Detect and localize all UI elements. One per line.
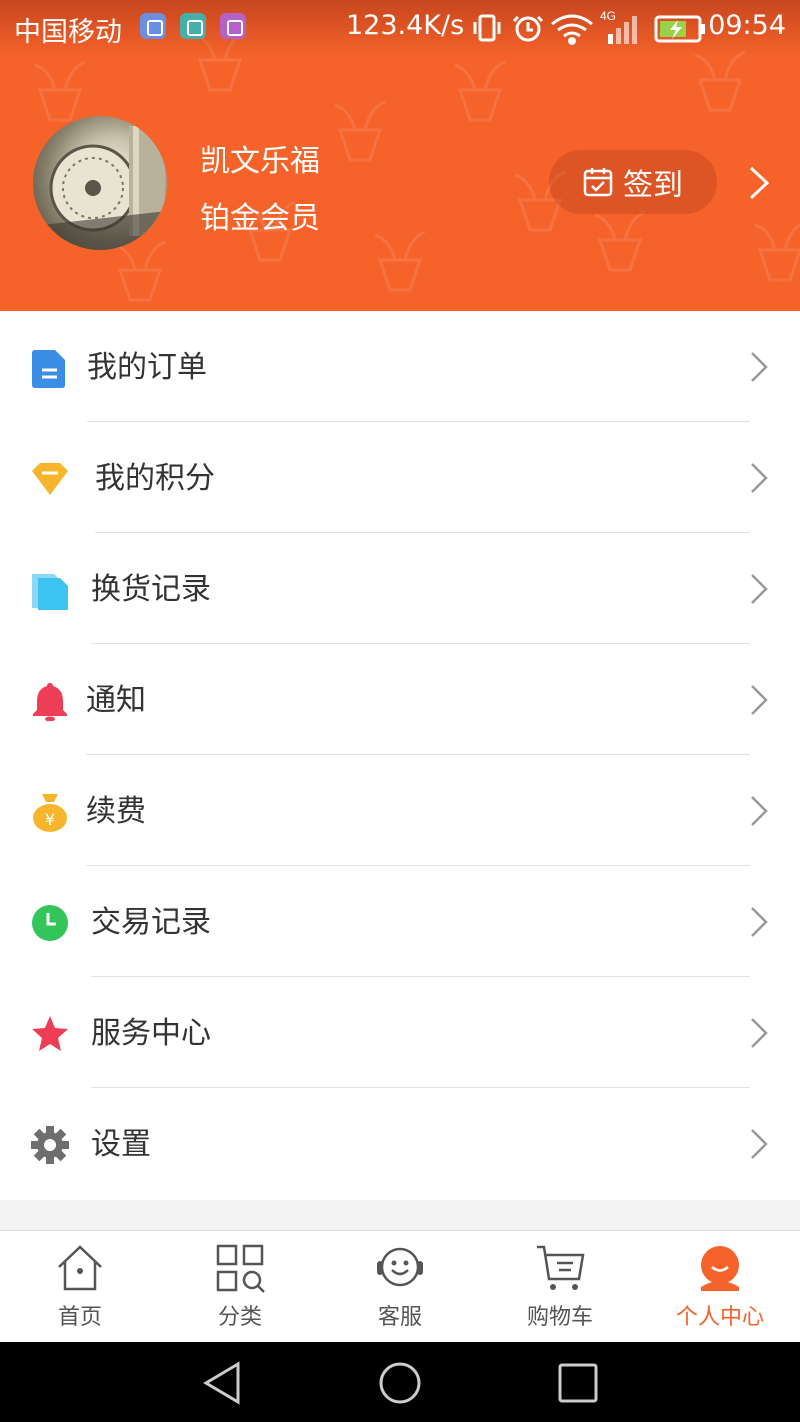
menu-item-service-center[interactable]: 服务中心 — [0, 977, 800, 1088]
cart-icon — [537, 1245, 585, 1290]
chevron-right-icon — [751, 574, 768, 604]
tab-user-center[interactable]: 个人中心 — [640, 1231, 800, 1343]
customer-service-icon — [377, 1247, 423, 1287]
status-bar: 中国移动 123.4K/s 4G 09:54 — [0, 0, 800, 56]
battery-icon — [654, 15, 705, 43]
chevron-right-icon — [751, 796, 768, 826]
category-icon — [216, 1244, 265, 1293]
back-icon[interactable] — [200, 1360, 246, 1406]
network-speed: 123.4K/s — [346, 10, 465, 41]
notification-icons — [140, 13, 246, 39]
profile-chevron-right-icon[interactable] — [748, 166, 770, 200]
avatar-image — [33, 126, 167, 250]
menu-item-notifications[interactable]: 通知 — [0, 644, 800, 755]
tab-category[interactable]: 分类 — [160, 1231, 320, 1343]
star-icon — [32, 1016, 68, 1051]
tab-label: 购物车 — [526, 1305, 593, 1330]
tab-label: 首页 — [57, 1305, 102, 1330]
tab-label: 个人中心 — [675, 1305, 764, 1330]
gallery-app-icon — [220, 13, 246, 39]
menu-item-points[interactable]: 我的积分 — [0, 422, 800, 533]
home-button-icon[interactable] — [377, 1360, 423, 1406]
chevron-right-icon — [751, 685, 768, 715]
tab-label: 分类 — [217, 1305, 262, 1330]
chevron-right-icon — [751, 352, 768, 382]
vibrate-icon — [478, 14, 496, 42]
menu-label: 设置 — [91, 1127, 151, 1162]
svg-text:¥: ¥ — [45, 810, 55, 829]
tab-label: 客服 — [377, 1305, 422, 1330]
carrier-name: 中国移动 — [14, 17, 122, 48]
avatar[interactable] — [33, 116, 167, 250]
system-status-icons: 4G — [473, 9, 705, 45]
menu-item-settings[interactable]: 设置 — [0, 1088, 800, 1199]
menu-label: 我的订单 — [87, 350, 207, 385]
wifi-icon — [551, 14, 593, 38]
system-navigation-bar — [0, 1342, 800, 1422]
diamond-icon — [32, 463, 68, 495]
chevron-right-icon — [751, 1129, 768, 1159]
document-icon — [32, 350, 65, 388]
recent-apps-icon[interactable] — [555, 1360, 601, 1406]
files-icon — [32, 574, 68, 610]
clock-time: 09:54 — [708, 10, 786, 41]
location-app-icon — [140, 13, 166, 39]
money-bag-icon: ¥ — [33, 794, 67, 832]
calendar-check-icon — [583, 168, 613, 197]
menu-item-orders[interactable]: 我的订单 — [0, 311, 800, 422]
chevron-right-icon — [751, 907, 768, 937]
member-level: 铂金会员 — [200, 201, 320, 236]
profile-header: 中国移动 123.4K/s 4G 09:54 凯文乐福 铂金会员 签到 — [0, 0, 800, 311]
tab-customer-service[interactable]: 客服 — [320, 1231, 480, 1343]
menu-list: 我的订单 我的积分 换货记录 通知 ¥ 续费 交易记录 服务中心 设置 — [0, 311, 800, 1200]
tab-cart[interactable]: 购物车 — [480, 1231, 640, 1343]
signin-button[interactable]: 签到 — [549, 150, 717, 214]
chevron-right-icon — [751, 463, 768, 493]
user-icon — [701, 1246, 739, 1291]
menu-label: 交易记录 — [91, 905, 211, 940]
menu-label: 我的积分 — [95, 461, 215, 496]
menu-item-exchange-records[interactable]: 换货记录 — [0, 533, 800, 644]
clock-icon — [32, 905, 68, 941]
menu-label: 换货记录 — [91, 572, 211, 607]
menu-label: 通知 — [86, 683, 146, 718]
chevron-right-icon — [751, 1018, 768, 1048]
network-type: 4G — [600, 9, 616, 23]
gear-icon — [31, 1126, 69, 1164]
bell-icon — [33, 683, 67, 721]
menu-label: 服务中心 — [91, 1016, 211, 1051]
menu-label: 续费 — [86, 794, 146, 829]
username: 凯文乐福 — [200, 144, 320, 179]
home-icon — [58, 1245, 102, 1291]
android-app-icon — [180, 13, 206, 39]
tab-home[interactable]: 首页 — [0, 1231, 160, 1343]
menu-item-renewal[interactable]: ¥ 续费 — [0, 755, 800, 866]
bottom-tab-bar: 首页 分类 客服 购物车 个人中心 — [0, 1230, 800, 1342]
signin-label: 签到 — [623, 168, 683, 203]
menu-item-transaction-records[interactable]: 交易记录 — [0, 866, 800, 977]
